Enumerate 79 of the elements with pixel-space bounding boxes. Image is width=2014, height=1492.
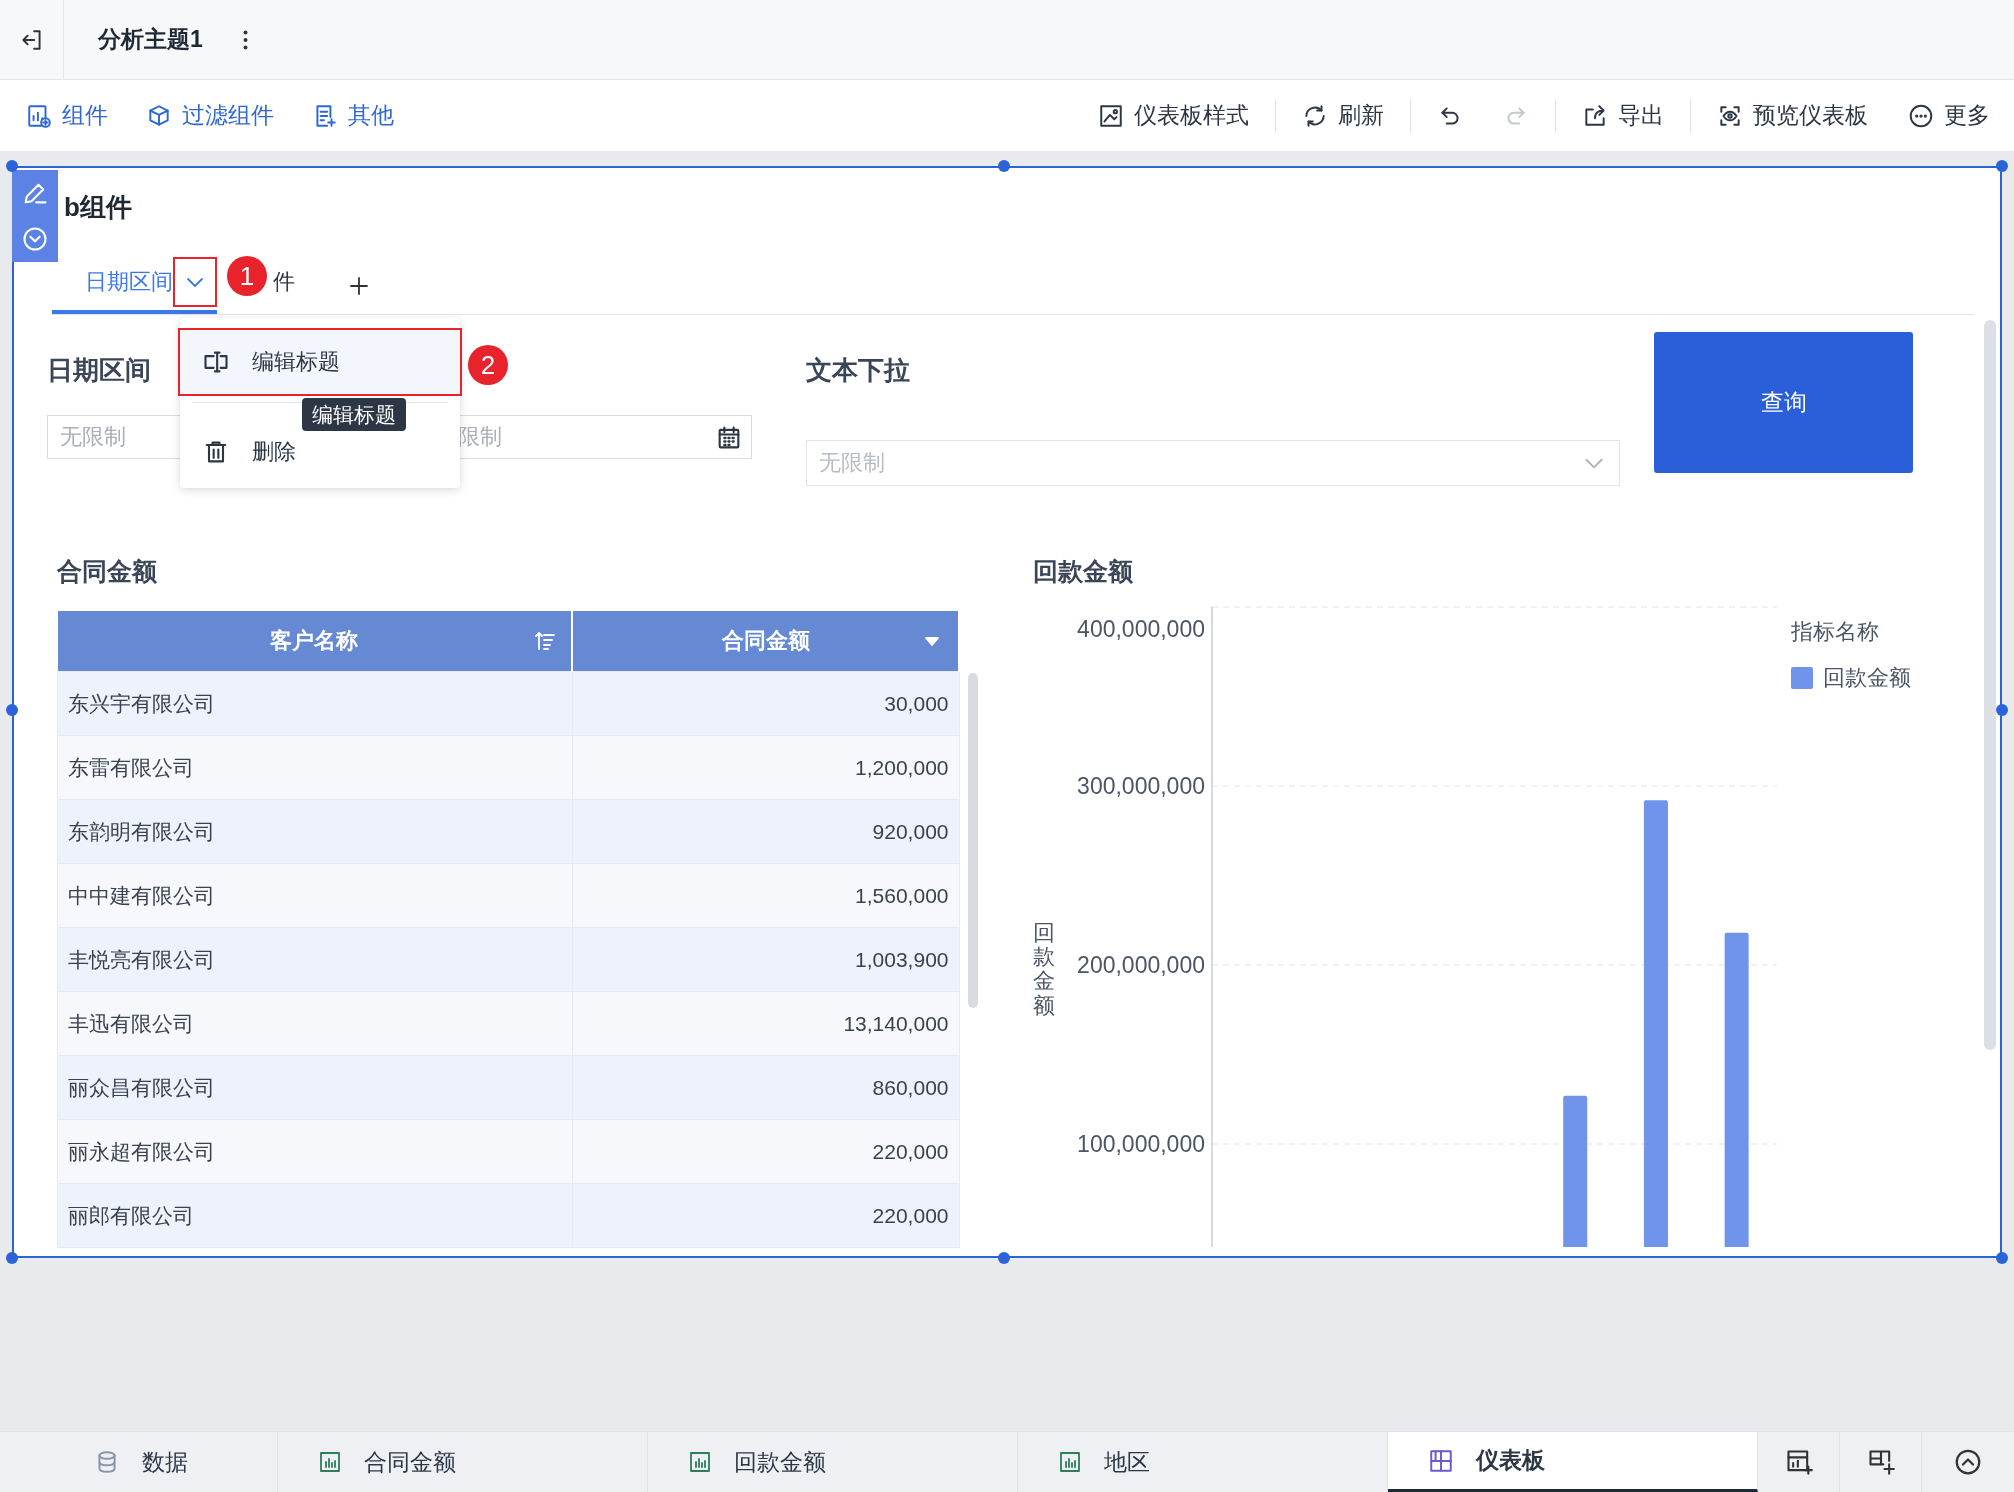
table-cell: 220,000 [572,1119,959,1184]
resize-handle[interactable] [6,1252,18,1264]
table-cell: 920,000 [572,799,959,864]
table-cell: 1,560,000 [572,863,959,928]
page-title: 分析主题1 [98,25,203,54]
refresh-icon [1302,102,1328,129]
export-icon [1582,102,1608,129]
resize-handle[interactable] [6,704,18,716]
toolbar-button[interactable]: 仪表板样式 [1098,100,1249,131]
tooltip: 编辑标题 [302,398,406,431]
bar-chart-icon [1058,1450,1082,1474]
resize-handle[interactable] [998,160,1010,172]
toolbar-button[interactable]: 过滤组件 [146,100,274,131]
toolbar-button[interactable]: 刷新 [1302,100,1384,131]
sort-icon [533,629,558,653]
tab[interactable]: 件 [273,254,301,314]
table-cell: 30,000 [572,671,959,736]
table-cell: 220,000 [572,1183,959,1248]
scrollbar[interactable] [1984,320,1996,1050]
table-cell: 中中建有限公司 [57,863,573,928]
layout-add-icon [1866,1448,1895,1476]
table-cell: 东兴宇有限公司 [57,671,573,736]
bar-chart-icon [318,1450,342,1474]
tick-label: 200,000,000 [1077,952,1205,978]
layout-icon [1428,1447,1454,1474]
table-cell: 1,200,000 [572,735,959,800]
scrollbar[interactable] [968,673,978,1008]
chart-add-icon [26,102,52,129]
chevron-up-circle-icon [1953,1447,1983,1477]
table-cell: 860,000 [572,1055,959,1120]
kebab-menu-icon[interactable] [242,29,248,50]
filter-label: 文本下拉 [806,354,910,387]
toolbar-button[interactable]: 预览仪表板 [1717,100,1868,131]
query-button[interactable]: 查询 [1654,332,1913,473]
resize-handle[interactable] [6,160,18,172]
table-cell: 东韵明有限公司 [57,799,573,864]
tab[interactable]: 日期区间 [52,254,217,314]
table-cell: 丰迅有限公司 [57,991,573,1056]
component-title: b组件 [64,192,132,222]
image-edit-icon [1098,102,1124,129]
table-title: 合同金额 [57,556,158,587]
table-cell: 1,003,900 [572,927,959,992]
bar-chart-icon [688,1450,712,1474]
toolbar-button[interactable]: 组件 [26,100,108,131]
chart-add-icon [1784,1448,1813,1476]
cube-icon [146,102,172,129]
toolbar-button[interactable]: 更多 [1908,100,1990,131]
sheet-tab[interactable]: 仪表板 [1388,1432,1758,1492]
tab-menu-button[interactable] [173,257,217,307]
legend-title: 指标名称 [1791,618,1880,646]
table-cell: 13,140,000 [572,991,959,1056]
filter-label: 日期区间 [47,354,151,387]
chevron-circle-icon [21,225,49,253]
collapse-button[interactable] [21,225,49,253]
table-cell: 东雷有限公司 [57,735,573,800]
menu-item[interactable]: 编辑标题 [178,328,462,396]
axis-title: 回款金额 [1033,919,1056,1020]
legend-label: 回款金额 [1823,664,1911,692]
toolbar-button[interactable]: 导出 [1582,100,1664,131]
step-badge: 2 [468,345,508,385]
tick-label: 300,000,000 [1077,773,1205,799]
table-cell: 丽郎有限公司 [57,1183,573,1248]
sheet-tab[interactable]: 合同金额 [278,1432,648,1492]
more-icon [1908,102,1934,129]
chart-title: 回款金额 [1033,556,1134,587]
sheet-tab[interactable]: 回款金额 [648,1432,1018,1492]
table-cell: 丽永超有限公司 [57,1119,573,1184]
add-tab-button[interactable] [347,274,371,298]
plus-icon [347,274,371,298]
toolbar-button[interactable]: 其他 [312,100,394,131]
step-badge: 1 [227,256,267,296]
sheet-tab[interactable]: 数据 [0,1432,278,1492]
tick-label: 100,000,000 [1077,1131,1205,1157]
menu-item[interactable]: 删除 [178,431,462,473]
table-cell: 丰悦亮有限公司 [57,927,573,992]
resize-handle[interactable] [1996,1252,2008,1264]
tick-label: 400,000,000 [1077,616,1205,642]
table-cell: 丽众昌有限公司 [57,1055,573,1120]
resize-handle[interactable] [1996,160,2008,172]
